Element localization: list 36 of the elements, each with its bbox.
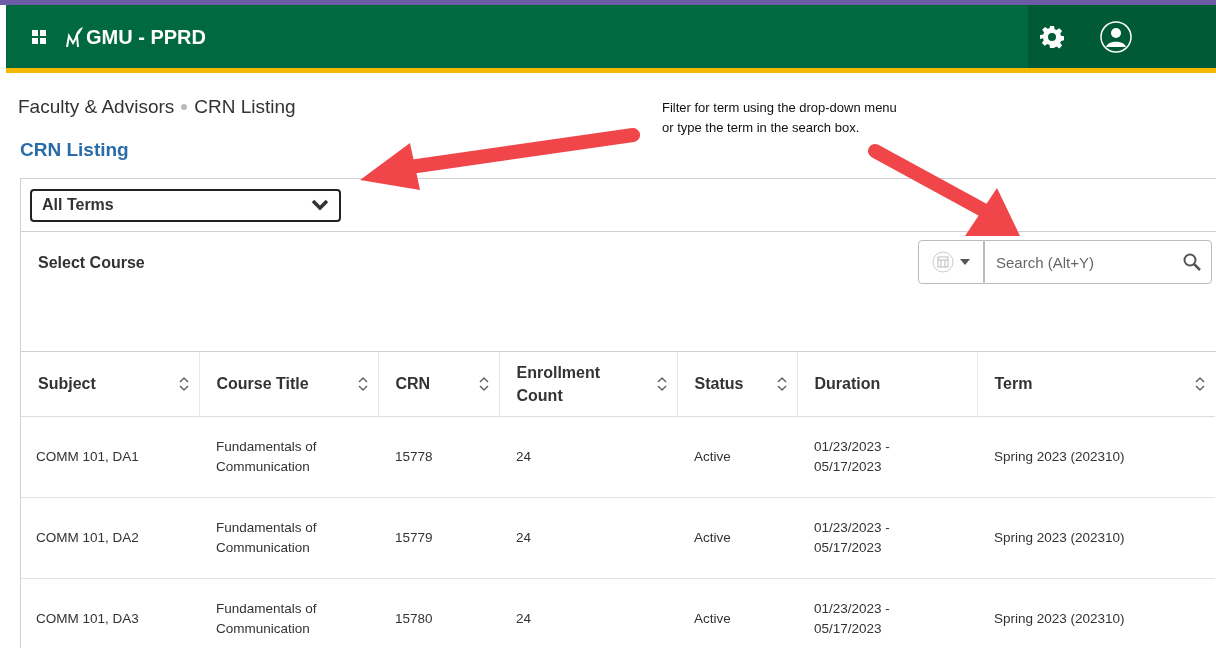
table-cell: 24 (516, 529, 532, 545)
column-header[interactable]: Status (677, 352, 797, 416)
breadcrumb-item[interactable]: CRN Listing (194, 93, 296, 122)
table-cell: 24 (516, 610, 532, 626)
table-cell: 15779 (395, 529, 433, 545)
table-cell: COMM 101, DA2 (36, 529, 139, 545)
search-field[interactable]: Search (Alt+Y) (984, 240, 1212, 284)
table-cell-text: 01/23/2023 - 05/17/2023 (814, 437, 891, 476)
table-cell: Active (694, 448, 731, 464)
column-header[interactable]: Term (977, 352, 1215, 416)
table-cell-text: Fundamentals of Communication (216, 437, 318, 476)
table-cell: COMM 101, DA3 (36, 610, 139, 626)
term-dropdown[interactable]: All Terms (30, 188, 341, 222)
table-cell: Spring 2023 (202310) (994, 529, 1125, 545)
column-header[interactable]: CRN (378, 352, 499, 416)
page-title: CRN Listing (20, 137, 129, 162)
table-cell-text: Fundamentals of Communication (216, 599, 318, 638)
column-header: Duration (797, 352, 977, 416)
section-title: Select Course (38, 253, 145, 273)
breadcrumb-item[interactable]: Faculty & Advisors (18, 93, 175, 122)
column-header[interactable]: Enrollment Count (499, 352, 677, 416)
table-cell: COMM 101, DA1 (36, 448, 139, 464)
table-cell: Active (694, 529, 731, 545)
table-cell: Spring 2023 (202310) (994, 610, 1125, 626)
table-cell-text: 01/23/2023 - 05/17/2023 (814, 599, 891, 638)
annotation-text: Filter for term using the drop-down menu or type the term in the search box. (662, 99, 898, 137)
table-cell-text: 01/23/2023 - 05/17/2023 (814, 518, 891, 557)
table-cell: 15780 (395, 610, 433, 626)
table-cell: Active (694, 610, 731, 626)
column-header[interactable]: Course Title (199, 352, 378, 416)
table-cell: Spring 2023 (202310) (994, 448, 1125, 464)
app-title: GMU - PPRD (86, 24, 206, 50)
table-cell: 15778 (395, 448, 433, 464)
table-cell-text: Fundamentals of Communication (216, 518, 318, 557)
column-header[interactable]: Subject (21, 352, 199, 416)
table-cell: 24 (516, 448, 532, 464)
